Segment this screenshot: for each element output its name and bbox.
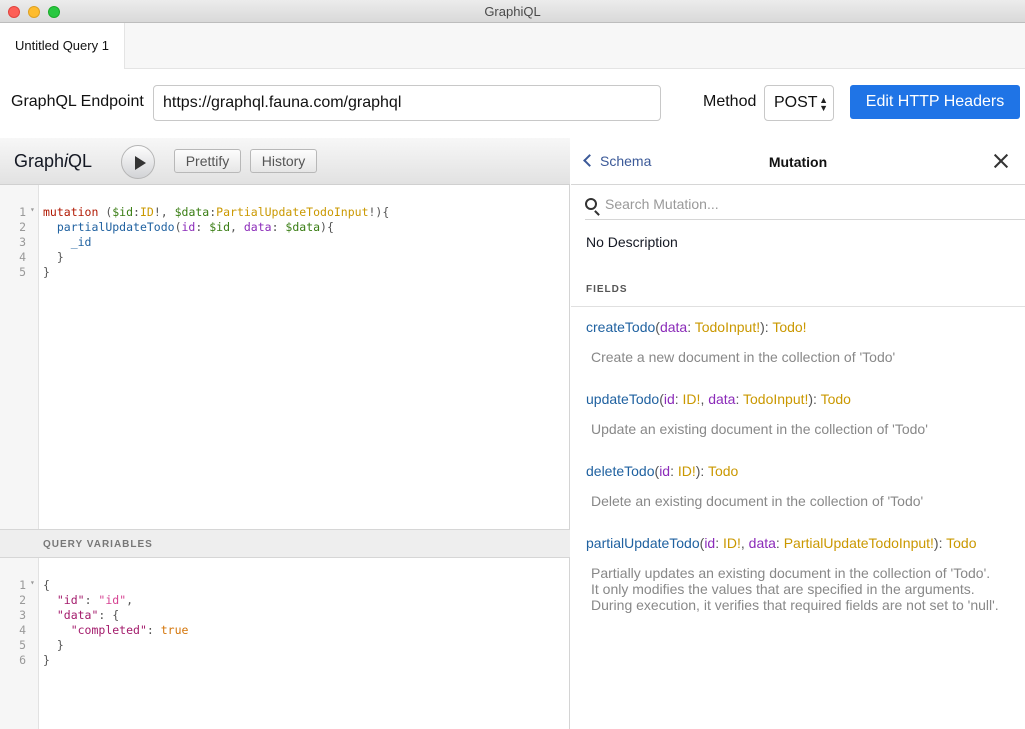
method-value: POST — [774, 94, 818, 111]
return-type-link[interactable]: Todo — [821, 391, 851, 407]
field-signature: partialUpdateTodo(id: ID!, data: Partial… — [586, 535, 977, 551]
window-titlebar: GraphiQL — [0, 0, 1025, 23]
line-number: 1 — [19, 205, 26, 219]
argument-name-link[interactable]: data — [749, 535, 776, 551]
endpoint-input[interactable] — [153, 85, 661, 121]
play-icon — [135, 156, 146, 170]
code-text: } — [43, 250, 64, 264]
editor-pane: GraphiQL Prettify History 1 ▾ mutation ($i… — [0, 138, 570, 729]
line-number: 3 — [19, 608, 26, 622]
type-description: No Description — [586, 234, 678, 250]
method-label: Method — [703, 93, 757, 110]
method-select[interactable]: POST ▲ ▼ — [764, 85, 834, 121]
search-input[interactable] — [605, 193, 1005, 215]
select-arrows-icon: ▲ ▼ — [819, 95, 828, 113]
argument-name-link[interactable]: id — [664, 391, 675, 407]
code-text: partialUpdateTodo(id: $id, data: $data){ — [56, 220, 334, 234]
code-text: _id — [70, 235, 92, 249]
line-number: 6 — [19, 653, 26, 667]
graphiql-logo: GraphiQL — [14, 151, 93, 171]
code-text: { — [43, 578, 50, 592]
line-number: 2 — [19, 220, 26, 234]
field-description: Create a new document in the collection … — [591, 349, 896, 365]
argument-name-link[interactable]: id — [704, 535, 715, 551]
type-link[interactable]: TodoInput! — [695, 319, 760, 335]
prettify-button[interactable]: Prettify — [174, 149, 241, 173]
fields-header: FIELDS — [586, 284, 628, 295]
type-link[interactable]: PartialUpdateTodoInput! — [784, 535, 934, 551]
code-text: "data": { — [56, 608, 120, 622]
docs-header: Schema Mutation — [571, 138, 1025, 185]
tab-untitled-query-1[interactable]: Untitled Query 1 — [0, 23, 125, 69]
argument-name-link[interactable]: data — [708, 391, 735, 407]
endpoint-row: GraphQL Endpoint Method POST ▲▼ Edit HTT… — [0, 69, 1025, 138]
window-title: GraphiQL — [484, 4, 541, 19]
execute-query-button[interactable] — [121, 145, 155, 179]
argument-name-link[interactable]: id — [659, 463, 670, 479]
query-editor[interactable]: 1 ▾ mutation ($id:ID!, $data:PartialUpdate… — [0, 185, 570, 529]
field-name-link[interactable]: partialUpdateTodo — [586, 535, 700, 551]
field-signature: updateTodo(id: ID!, data: TodoInput!): T… — [586, 391, 851, 407]
history-button[interactable]: History — [250, 149, 317, 173]
code-text: } — [43, 638, 64, 652]
return-type-link[interactable]: Todo — [708, 463, 738, 479]
field-description: Partially updates an existing document i… — [591, 565, 999, 613]
type-link[interactable]: ID! — [678, 463, 696, 479]
field-name-link[interactable]: deleteTodo — [586, 463, 655, 479]
line-number: 4 — [19, 623, 26, 637]
edit-http-headers-button[interactable]: Edit HTTP Headers — [850, 85, 1020, 119]
line-number: 5 — [19, 638, 26, 652]
type-link[interactable]: ID! — [683, 391, 701, 407]
code-text: "id": "id", — [56, 593, 134, 607]
field-signature: createTodo(data: TodoInput!): Todo! — [586, 319, 807, 335]
field-name-link[interactable]: createTodo — [586, 319, 655, 335]
docs-explorer: Schema Mutation No Description FIELDS cr… — [571, 138, 1025, 729]
fold-arrow-icon[interactable]: ▾ — [30, 205, 35, 214]
divider — [571, 306, 1025, 307]
type-link[interactable]: TodoInput! — [743, 391, 808, 407]
code-text: } — [43, 653, 50, 667]
line-number: 1 — [19, 578, 26, 592]
search-icon — [585, 198, 597, 210]
field-name-link[interactable]: updateTodo — [586, 391, 659, 407]
docs-title: Mutation — [768, 154, 828, 170]
tab-strip: Untitled Query 1 — [0, 23, 1025, 69]
line-number: 2 — [19, 593, 26, 607]
return-type-link[interactable]: Todo! — [772, 319, 806, 335]
endpoint-label: GraphQL Endpoint — [11, 93, 144, 110]
code-text: mutation ($id:ID!, $data:PartialUpdateTo… — [43, 205, 390, 219]
line-number: 5 — [19, 265, 26, 279]
fold-arrow-icon[interactable]: ▾ — [30, 578, 35, 587]
return-type-link[interactable]: Todo — [946, 535, 976, 551]
field-description: Delete an existing document in the colle… — [591, 493, 924, 509]
field-signature: deleteTodo(id: ID!): Todo — [586, 463, 739, 479]
argument-name-link[interactable]: data — [660, 319, 687, 335]
editor-toolbar: GraphiQL Prettify History — [0, 138, 570, 185]
docs-search — [585, 188, 1025, 220]
variables-editor[interactable]: 1 ▾ {2 "id": "id", 3 "data": { 4 "completed"… — [0, 558, 570, 729]
line-number: 3 — [19, 235, 26, 249]
code-text: "completed": true — [70, 623, 189, 637]
code-text: } — [43, 265, 50, 279]
query-variables-bar[interactable]: QUERY VARIABLES — [0, 529, 570, 558]
line-number: 4 — [19, 250, 26, 264]
field-description: Update an existing document in the colle… — [591, 421, 928, 437]
type-link[interactable]: ID! — [723, 535, 741, 551]
close-icon[interactable] — [993, 153, 1009, 169]
